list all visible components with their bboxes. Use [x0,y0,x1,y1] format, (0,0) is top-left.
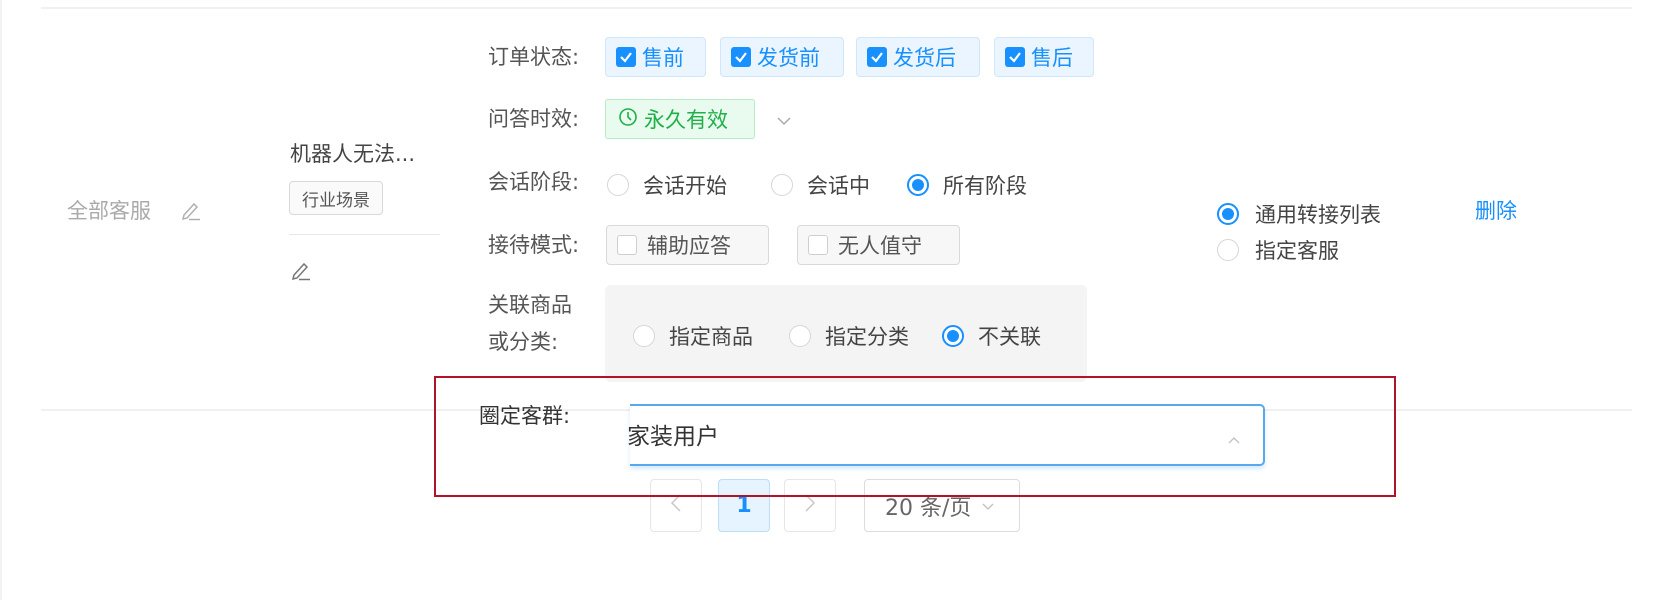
qa-validity-tag[interactable]: 永久有效 [605,99,755,139]
session-stage-label: 会话阶段: [488,170,580,194]
checkbox-label: 发货前 [757,46,820,70]
checkbox-unchecked-icon [617,235,637,255]
radio-label: 所有阶段 [943,174,1027,198]
qa-validity-chevron-down-icon[interactable] [776,112,792,131]
highlight-box [434,376,1396,497]
related-goods-label-line2: 或分类: [488,330,559,354]
radio-label: 指定分类 [825,325,909,349]
checkbox-label: 辅助应答 [647,234,731,258]
checkbox-label: 售后 [1031,46,1073,70]
checkbox-checked-icon [1005,47,1025,67]
radio-label: 会话开始 [643,174,727,198]
related-goods-none-radio[interactable]: 不关联 [942,321,1041,351]
checkbox-label: 售前 [642,46,684,70]
agent-scope-text: 全部客服 [67,199,151,223]
radio-selected-icon [942,325,964,347]
radio-label: 会话中 [807,174,870,198]
scenario-divider [289,234,440,235]
checkbox-checked-icon [731,47,751,67]
radio-unselected-icon [771,174,793,196]
related-goods-specific-category-radio[interactable]: 指定分类 [789,321,909,351]
radio-unselected-icon [633,325,655,347]
left-border [0,0,2,600]
radio-unselected-icon [789,325,811,347]
transfer-general-list-radio[interactable]: 通用转接列表 [1217,199,1381,229]
radio-selected-icon [1217,203,1239,225]
radio-unselected-icon [1217,239,1239,261]
reception-mode-assisted-checkbox[interactable]: 辅助应答 [606,225,769,265]
clock-icon [618,107,638,132]
order-status-presale-checkbox[interactable]: 售前 [605,37,706,77]
checkbox-label: 发货后 [893,46,956,70]
row-top-divider [41,7,1632,9]
checkbox-checked-icon [867,47,887,67]
session-stage-ongoing-radio[interactable]: 会话中 [771,170,870,200]
related-goods-label-line1: 关联商品 [488,293,572,317]
radio-label: 通用转接列表 [1255,203,1381,227]
reception-mode-unattended-checkbox[interactable]: 无人值守 [797,225,960,265]
order-status-after-shipping-checkbox[interactable]: 发货后 [856,37,980,77]
transfer-specific-agent-radio[interactable]: 指定客服 [1217,235,1339,265]
checkbox-label: 无人值守 [838,234,922,258]
radio-label: 不关联 [978,325,1041,349]
edit-agent-scope-pencil-icon[interactable] [180,199,202,225]
checkbox-checked-icon [616,47,636,67]
session-stage-start-radio[interactable]: 会话开始 [607,170,727,200]
related-goods-specific-goods-radio[interactable]: 指定商品 [633,321,753,351]
reception-mode-label: 接待模式: [488,233,580,257]
radio-label: 指定商品 [669,325,753,349]
radio-unselected-icon [607,174,629,196]
qa-validity-value: 永久有效 [644,108,728,132]
order-status-before-shipping-checkbox[interactable]: 发货前 [720,37,844,77]
scenario-title[interactable]: 机器人无法... [290,144,415,165]
qa-validity-label: 问答时效: [488,107,580,131]
order-status-aftersale-checkbox[interactable]: 售后 [994,37,1094,77]
checkbox-unchecked-icon [808,235,828,255]
session-stage-all-radio[interactable]: 所有阶段 [907,170,1027,200]
delete-link[interactable]: 删除 [1475,201,1517,222]
edit-scenario-pencil-icon[interactable] [290,259,312,285]
radio-selected-icon [907,174,929,196]
radio-label: 指定客服 [1255,239,1339,263]
industry-scenario-tag: 行业场景 [289,181,383,215]
order-status-label: 订单状态: [488,45,580,69]
industry-scenario-tag-label: 行业场景 [302,190,370,211]
